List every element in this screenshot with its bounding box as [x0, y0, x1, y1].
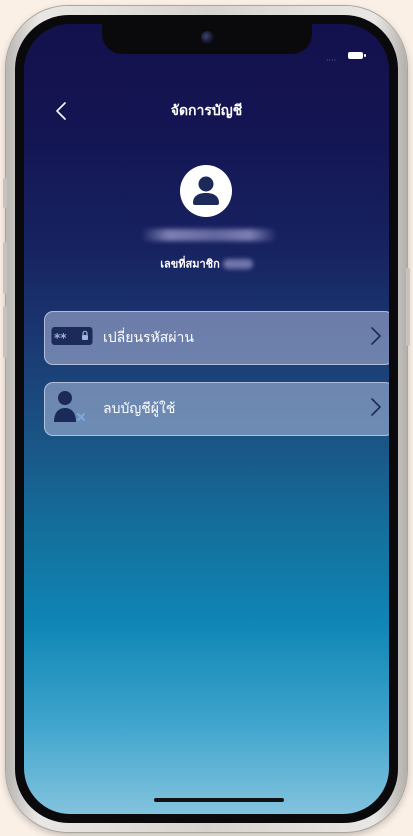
phone-side-button — [3, 178, 7, 208]
phone-side-button — [3, 306, 7, 358]
user-avatar-icon — [180, 165, 232, 217]
phone-side-button — [406, 268, 410, 346]
member-number-redacted — [222, 258, 253, 269]
member-name-redacted — [141, 229, 277, 241]
camera-icon — [201, 31, 214, 44]
delete-user-icon — [51, 389, 93, 429]
password-key-icon: ** — [51, 326, 93, 350]
phone-side-button — [3, 242, 7, 294]
delete-account-button[interactable]: ลบบัญชีผู้ใช้ — [44, 382, 389, 436]
member-number-label: เลขที่สมาชิก — [160, 257, 220, 271]
phone-frame: ···· จัดการบัญชี เลขที่สมาชิก ** เปลี่ยน… — [3, 6, 410, 832]
delete-account-label: ลบบัญชีผู้ใช้ — [103, 401, 176, 417]
change-password-button[interactable]: ** เปลี่ยนรหัสผ่าน — [44, 311, 389, 365]
phone-notch — [102, 24, 312, 54]
svg-text:**: ** — [54, 331, 67, 345]
home-indicator[interactable] — [154, 798, 284, 802]
app-screen: ···· จัดการบัญชี เลขที่สมาชิก ** เปลี่ยน… — [24, 24, 389, 814]
signal-icon: ···· — [326, 56, 337, 65]
chevron-right-icon — [369, 325, 383, 351]
phone-bezel: ···· จัดการบัญชี เลขที่สมาชิก ** เปลี่ยน… — [15, 15, 398, 823]
member-number-row: เลขที่สมาชิก — [24, 253, 389, 273]
change-password-label: เปลี่ยนรหัสผ่าน — [103, 330, 194, 346]
chevron-right-icon — [369, 396, 383, 422]
battery-icon — [348, 52, 366, 59]
page-title: จัดการบัญชี — [170, 103, 243, 119]
